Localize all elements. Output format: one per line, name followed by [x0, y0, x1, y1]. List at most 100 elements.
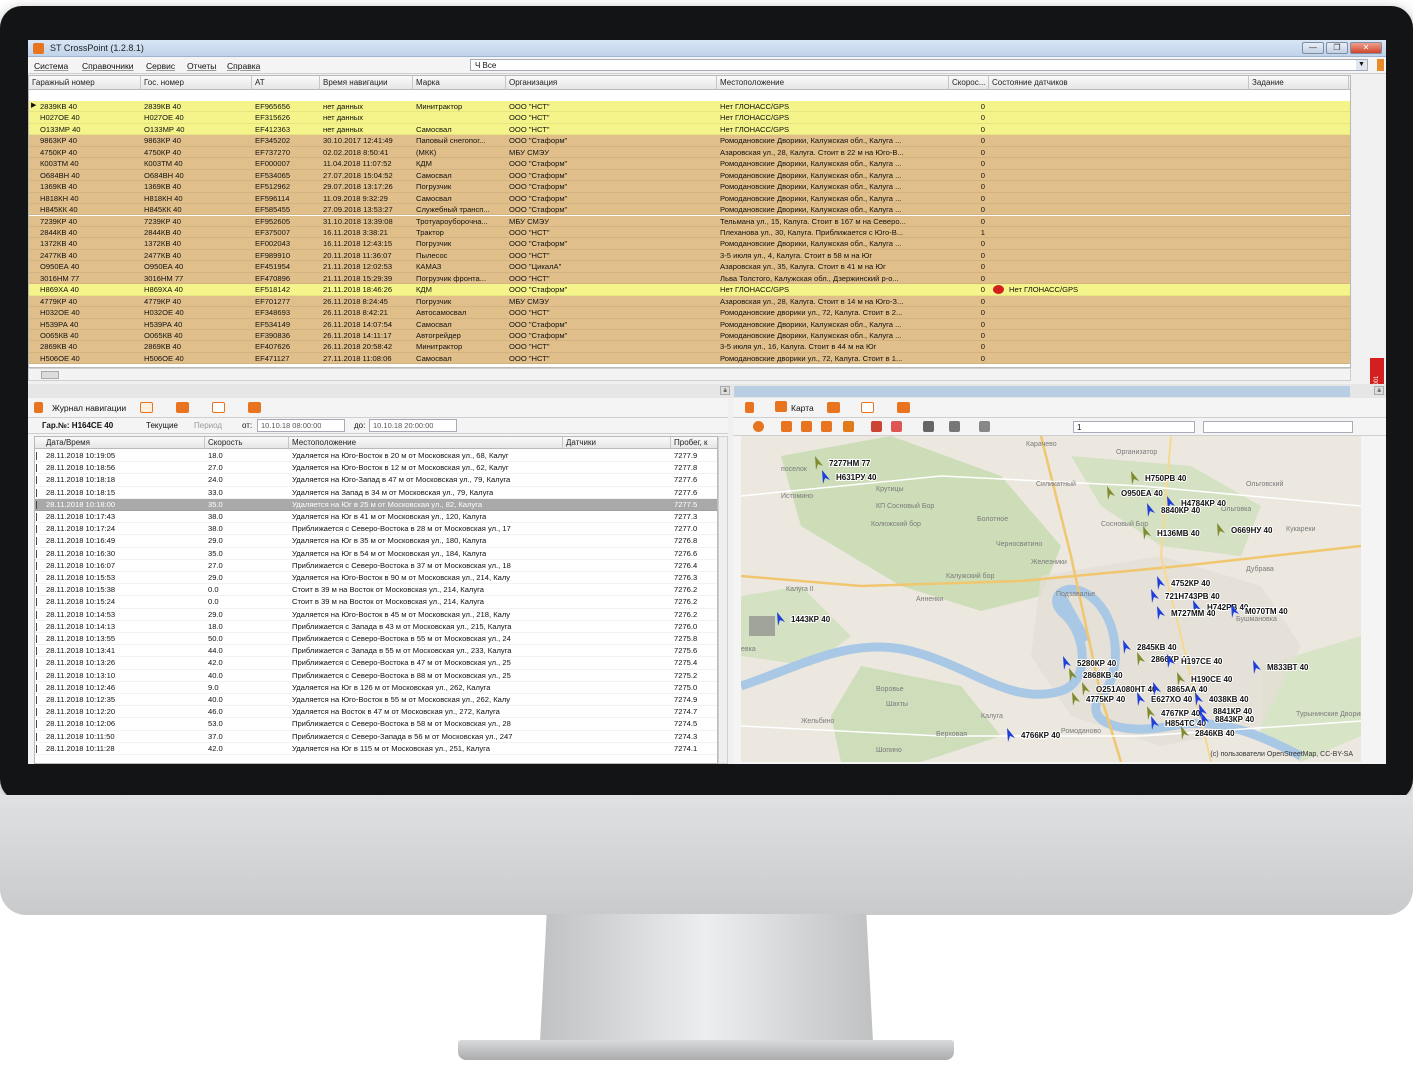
map-view[interactable]: Карачево Организатор Силикатный Ольговский п… — [741, 436, 1361, 762]
zoom-out-icon[interactable] — [801, 421, 812, 432]
from-date-input[interactable]: 10.10.18 08:00:00 — [257, 419, 345, 432]
column-header[interactable]: Местоположение — [717, 76, 949, 90]
column-header[interactable]: Состояние датчиков — [989, 76, 1249, 90]
table-row[interactable]: Н818КН 40 Н818КН 40 EF596114 11.09.2018 9:3… — [29, 192, 1350, 205]
column-header[interactable]: Датчики — [563, 437, 671, 449]
list-item[interactable]: 28.11.2018 10:11:28 42.0 Удаляется на Юг в… — [35, 743, 717, 755]
map-canvas[interactable]: Карачево Организатор Силикатный Ольговский п… — [741, 436, 1361, 762]
export-icon[interactable] — [176, 402, 189, 413]
list-item[interactable]: 28.11.2018 10:17:24 38.0 Приближается с Се… — [35, 523, 717, 536]
camera-icon[interactable] — [248, 402, 261, 413]
report-icon[interactable] — [861, 402, 874, 413]
table-row[interactable]: 1369КВ 40 1369КВ 40 EF512962 29.07.2018 13:… — [29, 181, 1350, 193]
current-toggle[interactable]: Текущие — [146, 421, 178, 430]
to-date-input[interactable]: 10.10.18 20:00:00 — [369, 419, 457, 432]
list-item[interactable]: 28.11.2018 10:12:35 40.0 Удаляется на Юго-… — [35, 694, 717, 707]
table-row[interactable]: О065КВ 40 О065КВ 40 EF390836 26.11.2018 14:… — [29, 330, 1350, 342]
list-item[interactable]: 28.11.2018 10:13:10 40.0 Приближается с Се… — [35, 670, 717, 682]
zoom-in-icon[interactable] — [781, 421, 792, 432]
list-item[interactable]: 28.11.2018 10:13:41 44.0 Приближается с За… — [35, 645, 717, 658]
minimize-button[interactable]: — — [1302, 42, 1324, 54]
column-header[interactable]: Задание — [1249, 76, 1349, 90]
table-row[interactable]: 9863КР 40 9863КР 40 EF345202 30.10.2017 12:… — [29, 135, 1350, 147]
menu-service[interactable]: Сервис — [146, 61, 175, 71]
locate-icon[interactable] — [753, 421, 764, 432]
table-row[interactable]: Н845КК 40 Н845КК 40 EF585455 27.09.2018 13:… — [29, 204, 1350, 216]
column-header[interactable]: Дата/Время — [43, 437, 205, 449]
column-header[interactable]: Организация — [506, 76, 717, 90]
list-item[interactable]: 28.11.2018 10:19:05 18.0 Удаляется на Юго-… — [35, 450, 717, 463]
column-header[interactable]: Марка — [413, 76, 506, 90]
table-row[interactable]: К003ТМ 40 К003ТМ 40 EF000007 11.04.2018 11:… — [29, 158, 1350, 170]
vehicle-table-hscroll[interactable] — [28, 368, 1351, 381]
column-header[interactable]: Скорость — [205, 437, 289, 449]
list-item[interactable]: 28.11.2018 10:16:49 29.0 Удаляется на Юг в… — [35, 535, 717, 548]
pan-icon[interactable] — [821, 421, 832, 432]
group-filter-select[interactable]: Ч Все ▼ — [470, 59, 1368, 71]
table-row[interactable]: 7239КР 40 7239КР 40 EF952605 31.10.2018 13:… — [29, 215, 1350, 227]
table-row[interactable]: 4750КР 40 4750КР 40 EF737270 02.02.2018 8:5… — [29, 146, 1350, 159]
list-item[interactable]: 28.11.2018 10:13:26 42.0 Приближается с Се… — [35, 657, 717, 670]
menu-reports[interactable]: Отчеты — [187, 61, 216, 71]
map-search-input[interactable] — [1203, 421, 1353, 433]
panel-splitter[interactable]: a a — [28, 384, 1386, 398]
table-row[interactable]: ▶ 2839КВ 40 2839КВ 40 EF965656 нет данных Мин… — [29, 101, 1350, 113]
column-header[interactable]: Скорос... — [949, 76, 989, 90]
table-row[interactable]: 3016НМ 77 3016НМ 77 EF470896 21.11.2018 15:… — [29, 272, 1350, 285]
report-icon[interactable] — [212, 402, 225, 413]
close-button[interactable]: ✕ — [1350, 42, 1382, 54]
list-item[interactable]: 28.11.2018 10:15:53 29.0 Удаляется на Юго-… — [35, 572, 717, 585]
menu-system[interactable]: Система — [34, 61, 68, 71]
list-item[interactable]: 28.11.2018 10:12:20 46.0 Удаляется на Вост… — [35, 706, 717, 719]
list-item[interactable]: 28.11.2018 10:16:30 35.0 Удаляется на Юг в… — [35, 548, 717, 560]
list-item[interactable]: 28.11.2018 10:13:55 50.0 Приближается с Се… — [35, 633, 717, 646]
map-scale-select[interactable]: 1 — [1073, 421, 1195, 433]
list-item[interactable]: 28.11.2018 10:18:56 27.0 Удаляется на Юго-… — [35, 462, 717, 475]
table-row[interactable]: 2869КВ 40 2869КВ 40 EF407626 26.11.2018 20:… — [29, 341, 1350, 353]
table-row[interactable]: Н869ХА 40 Н869ХА 40 EF518142 21.11.2018 18:… — [29, 284, 1350, 296]
list-item[interactable]: 28.11.2018 10:18:18 24.0 Удаляется на Юго-… — [35, 474, 717, 487]
grid-icon[interactable] — [979, 421, 990, 432]
tab-map[interactable]: Карта — [777, 403, 814, 413]
tracks-icon[interactable] — [949, 421, 960, 432]
column-header[interactable]: Время навигации — [320, 76, 413, 90]
column-header[interactable]: Местоположение — [289, 437, 563, 449]
export-icon[interactable] — [827, 402, 840, 413]
list-item[interactable]: 28.11.2018 10:14:53 29.0 Удаляется на Юго-… — [35, 609, 717, 621]
menu-help[interactable]: Справка — [227, 61, 260, 71]
table-row[interactable]: О684ВН 40 О684ВН 40 EF534065 27.07.2018 15:… — [29, 169, 1350, 182]
list-item[interactable]: 28.11.2018 10:15:38 0.0 Стоит в 39 м на Во… — [35, 584, 717, 597]
camera-icon[interactable] — [897, 402, 910, 413]
list-item[interactable]: 28.11.2018 10:17:43 38.0 Удаляется на Юг в… — [35, 511, 717, 524]
column-header[interactable]: Гос. номер — [141, 76, 252, 90]
table-row[interactable]: 2477КВ 40 2477КВ 40 EF989910 20.11.2018 11:… — [29, 249, 1350, 262]
table-row[interactable]: О133МР 40 О133МР 40 EF412363 нет данных Само… — [29, 123, 1350, 136]
chevron-down-icon[interactable]: ▼ — [1356, 60, 1367, 70]
table-row[interactable]: Н506ОЕ 40 Н506ОЕ 40 EF471127 27.11.2018 11:… — [29, 352, 1350, 365]
layers-icon[interactable] — [891, 421, 902, 432]
menu-directories[interactable]: Справочники — [82, 61, 134, 71]
table-row[interactable]: 4779КР 40 4779КР 40 EF701277 26.11.2018 8:2… — [29, 295, 1350, 308]
ruler-icon[interactable] — [843, 421, 854, 432]
list-item[interactable]: 28.11.2018 10:18:15 33.0 Удаляется на Запа… — [35, 487, 717, 499]
navigation-table-vscroll[interactable] — [718, 436, 728, 764]
list-item[interactable]: 28.11.2018 10:15:24 0.0 Стоит в 39 м на Во… — [35, 596, 717, 609]
list-item[interactable]: 28.11.2018 10:12:06 53.0 Приближается с Се… — [35, 718, 717, 731]
table-row[interactable]: Н027ОЕ 40 Н027ОЕ 40 EF315626 нет данных ООО … — [29, 112, 1350, 124]
list-item[interactable]: 28.11.2018 10:14:13 18.0 Приближается с За… — [35, 621, 717, 633]
period-toggle[interactable]: Период — [194, 421, 222, 430]
table-row[interactable]: О950ЕА 40 О950ЕА 40 EF451954 21.11.2018 12:… — [29, 261, 1350, 273]
vehicles-icon[interactable] — [923, 421, 934, 432]
table-row[interactable]: 1372КВ 40 1372КВ 40 EF002043 16.11.2018 12:… — [29, 238, 1350, 250]
list-item[interactable]: 28.11.2018 10:12:46 9.0 Удаляется на Юг в … — [35, 682, 717, 694]
marker-icon[interactable] — [871, 421, 882, 432]
list-item[interactable]: 28.11.2018 10:16:07 27.0 Приближается с Се… — [35, 560, 717, 572]
table-row[interactable]: Н539РА 40 Н539РА 40 EF534149 26.11.2018 14:… — [29, 318, 1350, 330]
column-header[interactable]: Пробег, к — [671, 437, 717, 449]
column-header[interactable]: Гаражный номер — [29, 76, 141, 90]
list-item[interactable]: 28.11.2018 10:11:50 37.0 Приближается с Се… — [35, 731, 717, 743]
filter-icon[interactable] — [1377, 59, 1384, 71]
maximize-button[interactable]: ❐ — [1326, 42, 1348, 54]
refresh-icon[interactable] — [140, 402, 153, 413]
table-row[interactable]: 2844КВ 40 2844КВ 40 EF375007 16.11.2018 3:3… — [29, 226, 1350, 239]
